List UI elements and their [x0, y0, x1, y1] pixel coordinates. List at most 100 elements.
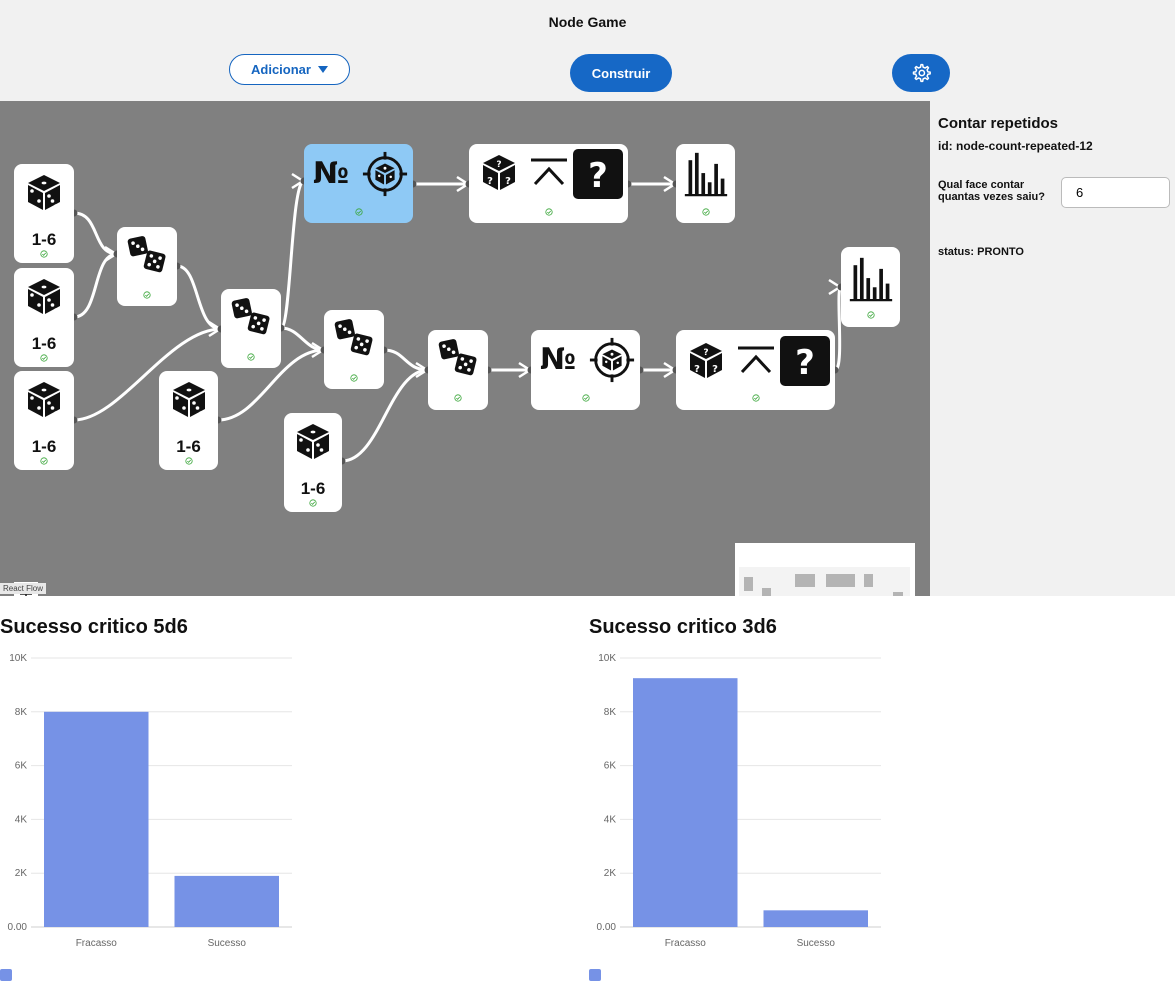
- y-tick-label: 8K: [604, 707, 617, 718]
- bar[interactable]: [633, 678, 738, 927]
- panel-title: Contar repetidos: [938, 115, 1059, 132]
- question-icon: [573, 149, 623, 199]
- die-icon: [293, 421, 333, 461]
- node-id-text: id: node-count-repeated-12: [938, 139, 1093, 153]
- success-check-node[interactable]: [469, 144, 628, 223]
- die-node[interactable]: 1-6: [159, 371, 218, 470]
- question-icon: [780, 336, 830, 386]
- settings-button[interactable]: [892, 54, 950, 92]
- minimap-nodes: [739, 567, 910, 596]
- y-tick-label: 2K: [604, 868, 617, 879]
- y-tick-label: 0.00: [597, 922, 617, 933]
- die-node[interactable]: 1-6: [284, 413, 342, 512]
- target-die-icon: [361, 150, 409, 198]
- app-header: Node Game Adicionar Construir: [0, 0, 1175, 101]
- y-tick-label: 4K: [15, 814, 28, 825]
- minimap[interactable]: [735, 543, 915, 596]
- legend-swatch[interactable]: [0, 969, 12, 981]
- die-range-label: 1-6: [31, 230, 57, 249]
- combine-dice-node[interactable]: [117, 227, 177, 306]
- x-tick-label: Fracasso: [76, 938, 118, 949]
- bar-chart: 0.00 2K 4K 6K 8K 10K Fracasso Sucesso: [0, 653, 292, 981]
- dice-pair-icon: [334, 318, 374, 358]
- count-repeated-node[interactable]: №: [531, 330, 640, 410]
- die-icon: [24, 172, 64, 212]
- add-node-button[interactable]: Adicionar: [229, 54, 350, 85]
- chart-title: Sucesso critico 5d6: [0, 616, 188, 638]
- y-tick-label: 0.00: [8, 922, 28, 933]
- ok-check-icon: [702, 208, 710, 216]
- mystery-die-icon: [479, 152, 519, 192]
- ok-check-icon: [40, 457, 48, 465]
- face-field-label: Qual face contar quantas vezes saiu?: [938, 179, 1045, 203]
- ok-check-icon: [40, 354, 48, 362]
- x-tick-label: Sucesso: [208, 938, 247, 949]
- bar[interactable]: [763, 910, 869, 927]
- numero-sign-icon: №: [540, 342, 577, 377]
- mystery-die-icon: [686, 340, 726, 380]
- ok-check-icon: [867, 311, 875, 319]
- die-icon: [24, 379, 64, 419]
- y-tick-label: 4K: [604, 814, 617, 825]
- y-tick-label: 8K: [15, 707, 28, 718]
- build-button[interactable]: Construir: [570, 54, 672, 92]
- ok-check-icon: [143, 291, 151, 299]
- y-tick-label: 2K: [15, 868, 28, 879]
- greater-equal-icon: [529, 152, 569, 192]
- chart-output-node[interactable]: [841, 247, 900, 327]
- status-text: status: PRONTO: [938, 246, 1024, 258]
- properties-panel: Contar repetidos id: node-count-repeated…: [930, 101, 1175, 596]
- dice-pair-icon: [438, 338, 478, 378]
- legend-swatch[interactable]: [589, 969, 601, 981]
- die-node[interactable]: 1-6: [14, 164, 74, 263]
- bar-chart-icon: [848, 255, 894, 303]
- x-tick-label: Sucesso: [797, 938, 836, 949]
- die-range-label: 1-6: [300, 479, 326, 498]
- app-title: Node Game: [548, 14, 627, 30]
- add-node-label: Adicionar: [251, 62, 311, 77]
- die-node[interactable]: 1-6: [14, 268, 74, 367]
- dice-pair-icon: [231, 297, 271, 337]
- chart-output-node[interactable]: [676, 144, 735, 223]
- bar-chart: 0.00 2K 4K 6K 8K 10K Fracasso Sucesso: [589, 653, 881, 981]
- success-check-node[interactable]: [676, 330, 835, 410]
- react-flow-attribution[interactable]: React Flow: [0, 583, 47, 594]
- die-range-label: 1-6: [176, 437, 201, 456]
- ok-check-icon: [355, 208, 363, 216]
- chart-title: Sucesso critico 3d6: [589, 616, 777, 638]
- bar-chart-icon: [683, 150, 729, 198]
- flow-canvas[interactable]: 1-6 1-6 1-6 1-6 1-6 № №: [0, 101, 930, 596]
- numero-sign-icon: №: [313, 156, 350, 191]
- y-tick-label: 10K: [598, 653, 616, 664]
- ok-check-icon: [185, 457, 193, 465]
- die-range-label: 1-6: [31, 334, 57, 353]
- combine-dice-node[interactable]: [324, 310, 384, 389]
- face-input[interactable]: [1061, 177, 1170, 208]
- y-tick-label: 6K: [15, 761, 28, 772]
- gear-icon: [912, 63, 931, 83]
- count-repeated-node[interactable]: №: [304, 144, 413, 223]
- bar[interactable]: [174, 875, 280, 927]
- y-tick-label: 6K: [604, 761, 617, 772]
- caret-down-icon: [317, 65, 328, 73]
- bar[interactable]: [44, 711, 149, 927]
- die-icon: [24, 276, 64, 316]
- ok-check-icon: [40, 250, 48, 258]
- x-tick-label: Fracasso: [665, 938, 707, 949]
- ok-check-icon: [350, 374, 358, 382]
- die-icon: [169, 379, 209, 419]
- die-range-label: 1-6: [31, 437, 57, 456]
- combine-dice-node[interactable]: [221, 289, 281, 368]
- ok-check-icon: [454, 394, 462, 402]
- greater-equal-icon: [736, 340, 776, 380]
- die-node[interactable]: 1-6: [14, 371, 74, 470]
- combine-dice-node[interactable]: [428, 330, 488, 410]
- ok-check-icon: [309, 499, 317, 507]
- ok-check-icon: [582, 394, 590, 402]
- y-tick-label: 10K: [9, 653, 27, 664]
- ok-check-icon: [545, 208, 553, 216]
- ok-check-icon: [752, 394, 760, 402]
- ok-check-icon: [247, 353, 255, 361]
- target-die-icon: [588, 336, 636, 384]
- dice-pair-icon: [127, 235, 167, 275]
